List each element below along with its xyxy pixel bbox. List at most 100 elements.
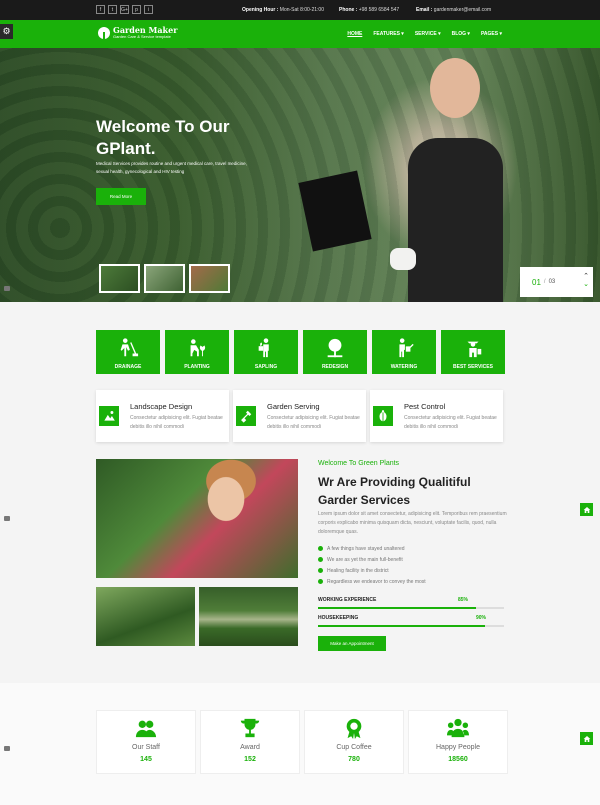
watering-can-icon — [399, 338, 414, 358]
opening-hours: Opening Hour : Mon-Sat 8:00-21:00 — [242, 7, 324, 13]
service-redesign[interactable]: REDESIGN — [303, 330, 367, 374]
nav-service[interactable]: SERVICE ▾ — [415, 31, 441, 37]
feature-title: Garden Serving — [267, 402, 320, 411]
instagram-icon[interactable]: i — [144, 5, 153, 14]
nav-features[interactable]: FEATURES ▾ — [373, 31, 403, 37]
person-digging-icon — [120, 338, 139, 357]
hero-slider — [0, 48, 600, 302]
gardener-with-plants-image — [96, 459, 298, 578]
skill-name: HOUSEKEEPING — [318, 615, 359, 621]
features-row: Landscape Design Consectetur adipisicing… — [96, 390, 503, 442]
tree-logo-icon — [98, 27, 110, 39]
feature-desc: Consectetur adipisicing elit. Fugiat bea… — [130, 415, 223, 430]
home-float-button[interactable] — [580, 503, 593, 516]
stat-our-staff: Our Staff 145 — [96, 710, 196, 774]
feature-title: Landscape Design — [130, 402, 193, 411]
slide-thumbnail[interactable] — [144, 264, 185, 293]
hero-title: Welcome To Our GPlant. — [96, 117, 230, 158]
slide-up-arrow-icon[interactable]: ⌃ — [583, 273, 589, 281]
feature-desc: Consectetur adipisicing elit. Fugiat bea… — [404, 415, 497, 430]
skill-progress-bar — [318, 607, 504, 609]
list-item: We are as yet the main full-benefit — [318, 554, 426, 565]
services-row: DRAINAGE PLANTING SAPLING REDESIGN WATER… — [96, 330, 505, 374]
logo-name: Garden Maker — [113, 25, 178, 35]
feature-title: Pest Control — [404, 402, 446, 411]
landscape-icon — [99, 406, 119, 426]
side-marker-icon — [4, 746, 10, 751]
total-slides: 03 — [548, 279, 556, 285]
skill-percent: 85% — [457, 597, 468, 603]
home-icon — [583, 506, 590, 513]
email: Email : gardenmaker@email.com — [416, 7, 491, 13]
about-description: Lorem ipsum dolor sit amet consectetur, … — [318, 511, 507, 535]
home-float-button[interactable] — [580, 732, 593, 745]
check-icon — [318, 568, 323, 573]
garden-tools-icon — [236, 406, 256, 426]
feature-desc: Consectetur adipisicing elit. Fugiat bea… — [267, 415, 360, 430]
settings-gear-icon[interactable]: ⚙ — [0, 24, 13, 39]
nav-home[interactable]: HOME — [347, 31, 362, 37]
garden-path-image — [199, 587, 298, 646]
about-subtitle: Welcome To Green Plants — [318, 460, 400, 467]
top-bar: f t G+ p i Opening Hour : Mon-Sat 8:00-2… — [0, 0, 600, 20]
checklist: A few things have stayed unaltered We ar… — [318, 543, 426, 587]
email-value[interactable]: gardenmaker@email.com — [434, 7, 491, 13]
stat-cup-coffee: Cup Coffee 780 — [304, 710, 404, 774]
logo[interactable]: Garden Maker Garden Care & Service templ… — [98, 26, 177, 40]
feature-garden-serving[interactable]: Garden Serving Consectetur adipisicing e… — [233, 390, 366, 442]
skill-percent: 90% — [475, 615, 486, 621]
phone-value: +98 589 6584 547 — [358, 7, 400, 13]
home-icon — [583, 735, 590, 742]
slider-thumbnails — [99, 264, 230, 293]
service-sapling[interactable]: SAPLING — [234, 330, 298, 374]
header: Garden Maker Garden Care & Service templ… — [0, 20, 600, 48]
side-marker-icon — [4, 286, 10, 291]
person-planting-icon — [190, 339, 206, 357]
check-icon — [318, 557, 323, 562]
check-icon — [318, 546, 323, 551]
gardener-icon — [467, 341, 482, 358]
facebook-icon[interactable]: f — [96, 5, 105, 14]
stats-row: Our Staff 145 Award 152 Cup Coffee 780 H… — [96, 710, 508, 774]
about-title: Wr Are Providing Qualitiful Garder Servi… — [318, 475, 471, 507]
skill-progress-bar — [318, 625, 504, 627]
service-planting[interactable]: PLANTING — [165, 330, 229, 374]
phone: Phone : +98 589 6584 547 — [339, 7, 399, 13]
service-watering[interactable]: WATERING — [372, 330, 436, 374]
staff-icon — [135, 720, 157, 738]
slide-thumbnail[interactable] — [99, 264, 140, 293]
trophy-icon — [240, 718, 260, 738]
make-appointment-button[interactable]: Make an Appointment — [318, 636, 386, 651]
slide-counter: 01 / 03 ⌃ ⌄ — [520, 267, 593, 297]
slide-down-arrow-icon[interactable]: ⌄ — [583, 281, 589, 289]
main-nav: HOME FEATURES ▾ SERVICE ▾ BLOG ▾ PAGES ▾ — [347, 31, 502, 37]
slide-thumbnail[interactable] — [189, 264, 230, 293]
person-sapling-icon — [258, 338, 269, 358]
twitter-icon[interactable]: t — [108, 5, 117, 14]
skill-working-experience: WORKING EXPERIENCE 85% — [318, 597, 504, 609]
people-icon — [447, 718, 469, 738]
feature-pest-control[interactable]: Pest Control Consectetur adipisicing eli… — [370, 390, 503, 442]
bug-icon — [373, 406, 393, 426]
list-item: Healing facility in the district — [318, 565, 426, 576]
stat-award: Award 152 — [200, 710, 300, 774]
current-slide: 01 — [532, 277, 541, 287]
skill-housekeeping: HOUSEKEEPING 90% — [318, 615, 504, 627]
opening-hours-value: Mon-Sat 8:00-21:00 — [279, 7, 324, 13]
stat-happy-people: Happy People 18560 — [408, 710, 508, 774]
opening-hours-label: Opening Hour : — [242, 7, 279, 13]
nav-blog[interactable]: BLOG ▾ — [452, 31, 470, 37]
service-drainage[interactable]: DRAINAGE — [96, 330, 160, 374]
nav-pages[interactable]: PAGES ▾ — [481, 31, 502, 37]
service-best-services[interactable]: BEST SERVICES — [441, 330, 505, 374]
list-item: Regardless we endeavor to convey the mos… — [318, 576, 426, 587]
skill-name: WORKING EXPERIENCE — [318, 597, 377, 603]
list-item: A few things have stayed unaltered — [318, 543, 426, 554]
google-plus-icon[interactable]: G+ — [120, 5, 129, 14]
sprinkler-image — [96, 587, 195, 646]
phone-label: Phone : — [339, 7, 358, 13]
read-more-button[interactable]: Read More — [96, 188, 146, 205]
pinterest-icon[interactable]: p — [132, 5, 141, 14]
feature-landscape-design[interactable]: Landscape Design Consectetur adipisicing… — [96, 390, 229, 442]
side-marker-icon — [4, 516, 10, 521]
